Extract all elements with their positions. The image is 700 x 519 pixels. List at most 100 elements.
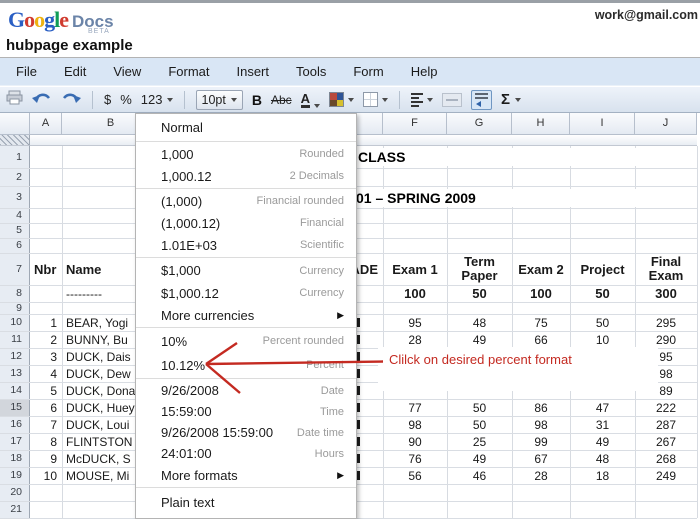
cell-project[interactable]: 48 [570,450,635,467]
cell-student-nbr[interactable]: 10 [30,467,62,484]
fill-color-button[interactable] [329,92,354,107]
row-header-15[interactable]: 15 [0,399,26,416]
cell-project[interactable]: 31 [570,416,635,433]
cell-exam2[interactable]: 28 [512,467,570,484]
cell-exam1[interactable]: 56 [383,467,447,484]
cell-student-nbr[interactable]: 3 [30,348,62,365]
format-option-more-currencies[interactable]: More currencies▶ [136,304,356,326]
cell-header-final-exam[interactable]: Final Exam [635,253,697,285]
cell-exam1[interactable]: 95 [383,314,447,331]
format-option-normal[interactable]: Normal [136,114,356,140]
wrap-text-button[interactable] [471,90,492,110]
cell-header-exam2[interactable]: Exam 2 [512,253,570,285]
select-all-corner[interactable] [0,113,30,135]
menu-tools[interactable]: Tools [296,64,326,79]
menu-edit[interactable]: Edit [64,64,86,79]
format-option-24-01-00[interactable]: 24:01:00Hours [136,443,356,464]
menu-form[interactable]: Form [353,64,383,79]
row-header-16[interactable]: 16 [0,416,26,433]
document-title[interactable]: hubpage example [6,37,133,54]
cell-student-nbr[interactable]: 1 [30,314,62,331]
cell-header-project[interactable]: Project [570,253,635,285]
format-option-15-59-00[interactable]: 15:59:00Time [136,401,356,422]
cell-exam1[interactable]: 77 [383,399,447,416]
menu-help[interactable]: Help [411,64,438,79]
cell-exam1[interactable]: 28 [383,331,447,348]
cell-points-exam1[interactable]: 100 [383,285,447,302]
cell-header-nbr[interactable]: Nbr [30,253,62,285]
format-option-1-000[interactable]: 1,000Rounded [136,143,356,165]
column-header-i[interactable]: I [570,113,635,135]
bold-button[interactable]: B [252,92,262,108]
format-option-10-12[interactable]: 10.12%Percent [136,353,356,377]
cell-points-project[interactable]: 50 [570,285,635,302]
cell-project[interactable]: 47 [570,399,635,416]
cell-term-paper[interactable]: 50 [447,416,512,433]
row-header-11[interactable]: 11 [0,331,26,348]
cell-points-term-paper[interactable]: 50 [447,285,512,302]
cell-exam2[interactable]: 67 [512,450,570,467]
row-header-6[interactable]: 6 [0,238,26,253]
cell-term-paper[interactable]: 49 [447,450,512,467]
cell-student-nbr[interactable]: 8 [30,433,62,450]
cell-exam1[interactable]: 98 [383,416,447,433]
font-size-button[interactable]: 10pt [196,90,243,110]
cell-term-paper[interactable]: 50 [447,399,512,416]
cell-student-nbr[interactable]: 6 [30,399,62,416]
print-icon[interactable] [6,90,23,110]
cell-points-exam2[interactable]: 100 [512,285,570,302]
column-header-a[interactable]: A [30,113,62,135]
format-option-1-000[interactable]: (1,000)Financial rounded [136,190,356,212]
cell-exam2[interactable]: 98 [512,416,570,433]
format-option-1-01e-03[interactable]: 1.01E+03Scientific [136,234,356,256]
cell-exam1[interactable]: 90 [383,433,447,450]
column-header-h[interactable]: H [512,113,570,135]
cell-project[interactable]: 18 [570,467,635,484]
cell-points-final-exam[interactable]: 300 [635,285,697,302]
cell-header-exam1[interactable]: Exam 1 [383,253,447,285]
redo-icon[interactable] [61,91,81,109]
number-format-button[interactable]: 123 [141,92,173,107]
cell-student-nbr[interactable]: 5 [30,382,62,399]
format-option-1-000-12[interactable]: $1,000.12Currency [136,282,356,304]
cell-final-exam[interactable]: 222 [635,399,697,416]
row-header-18[interactable]: 18 [0,450,26,467]
row-header-13[interactable]: 13 [0,365,26,382]
format-option-more-formats[interactable]: More formats▶ [136,464,356,486]
format-option-10[interactable]: 10%Percent rounded [136,329,356,353]
column-header-f[interactable]: F [383,113,447,135]
cell-student-nbr[interactable]: 4 [30,365,62,382]
format-option-1-000-12[interactable]: 1,000.122 Decimals [136,165,356,187]
row-header-2[interactable]: 2 [0,168,26,186]
cell-project[interactable]: 50 [570,314,635,331]
row-header-17[interactable]: 17 [0,433,26,450]
percent-format-button[interactable]: % [120,92,132,107]
cell-student-nbr[interactable]: 7 [30,416,62,433]
cell-term-paper[interactable]: 25 [447,433,512,450]
format-option-1-000[interactable]: $1,000Currency [136,259,356,282]
format-option-9-26-2008-15-59-00[interactable]: 9/26/2008 15:59:00Date time [136,422,356,443]
row-header-21[interactable]: 21 [0,501,26,518]
strikethrough-button[interactable]: Abc [271,93,292,107]
row-header-5[interactable]: 5 [0,223,26,238]
cell-final-exam[interactable]: 268 [635,450,697,467]
cell-exam1[interactable]: 76 [383,450,447,467]
menu-file[interactable]: File [16,64,37,79]
format-option-1-000-12[interactable]: (1,000.12)Financial [136,212,356,234]
cell-final-exam[interactable]: 249 [635,467,697,484]
cell-class-title[interactable]: CLASS [358,148,695,166]
cell-project[interactable]: 49 [570,433,635,450]
cell-header-term-paper[interactable]: Term Paper [447,253,512,285]
cell-term-paper[interactable]: 49 [447,331,512,348]
cell-term-paper[interactable]: 46 [447,467,512,484]
borders-button[interactable] [363,92,388,107]
cell-final-exam[interactable]: 290 [635,331,697,348]
align-button[interactable] [411,93,433,107]
row-header-10[interactable]: 10 [0,314,26,331]
formulas-button[interactable]: Σ [501,91,521,108]
cell-final-exam[interactable]: 295 [635,314,697,331]
row-header-4[interactable]: 4 [0,208,26,223]
text-color-button[interactable]: A [301,92,320,108]
menu-format[interactable]: Format [168,64,209,79]
cell-term-title[interactable]: 01 – SPRING 2009 [356,189,695,207]
